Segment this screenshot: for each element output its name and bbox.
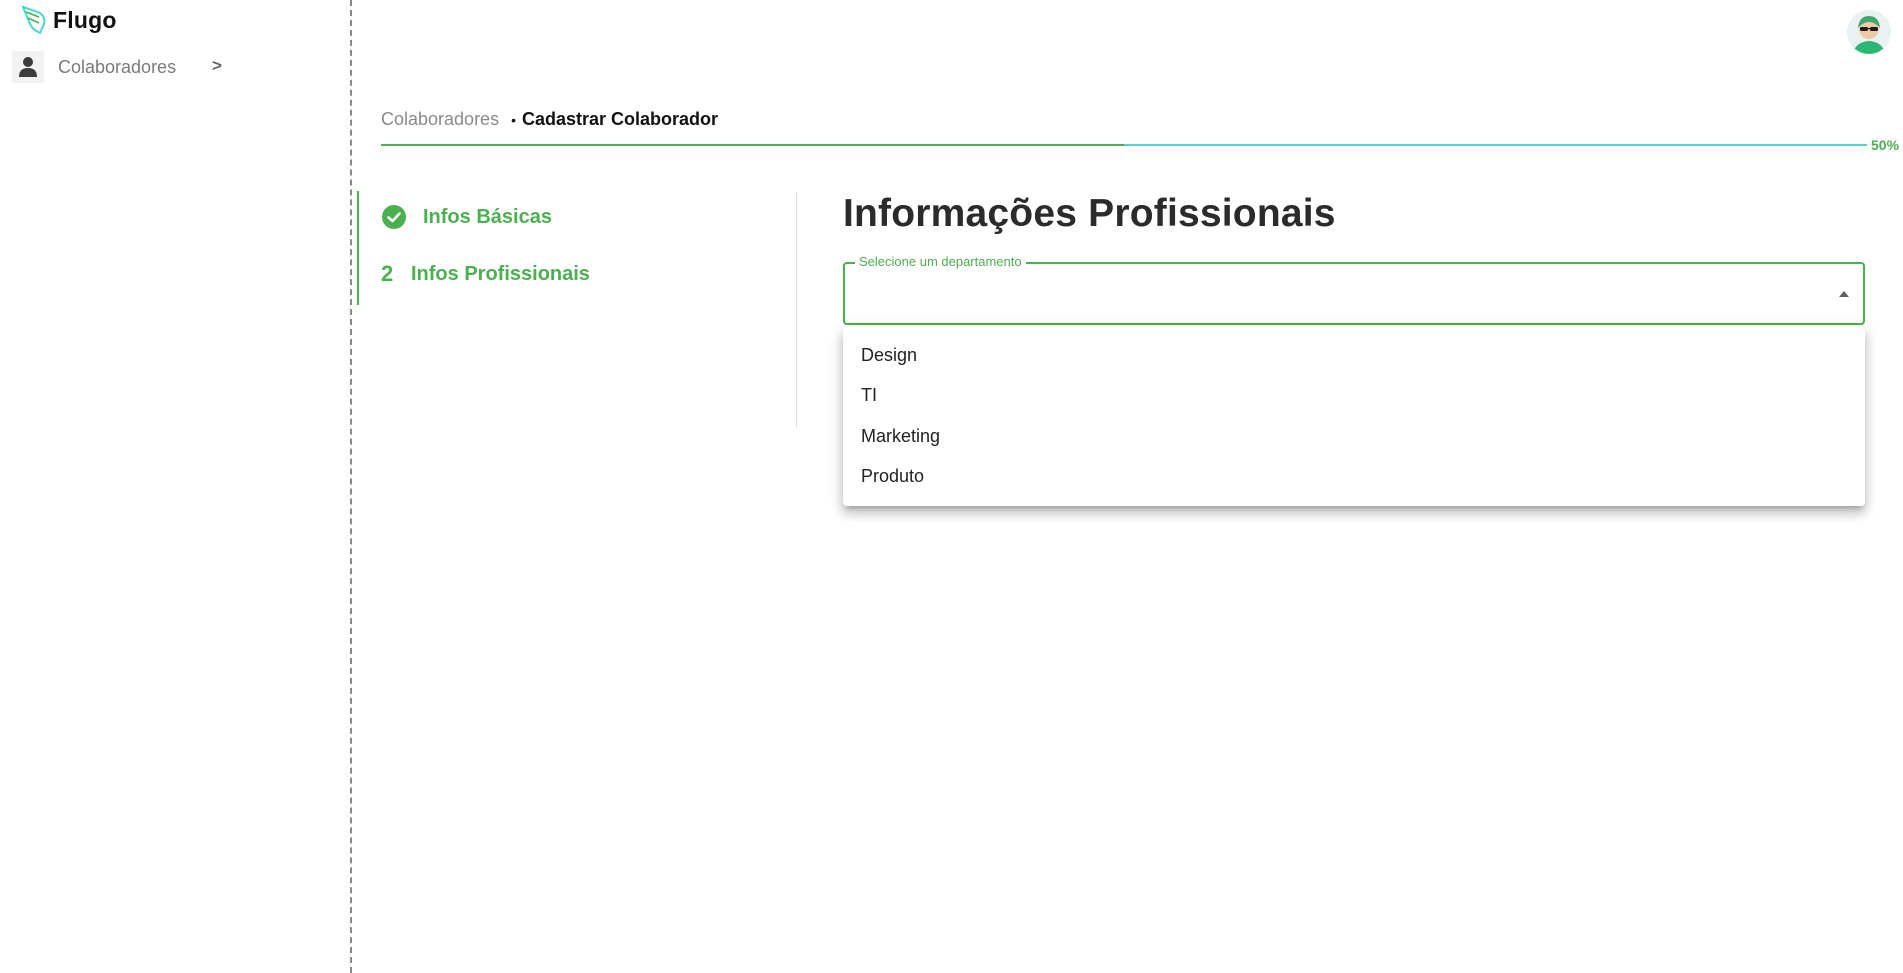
breadcrumb-current: Cadastrar Colaborador bbox=[521, 109, 719, 129]
breadcrumb-link-colaboradores[interactable]: Colaboradores bbox=[381, 109, 499, 130]
app-name: Flugo bbox=[53, 6, 117, 33]
step-label: Infos Básicas bbox=[423, 205, 552, 228]
breadcrumb: Colaboradores • Cadastrar Colaborador bbox=[381, 109, 718, 130]
progress-bar-fill bbox=[381, 144, 1124, 146]
person-icon bbox=[12, 51, 44, 83]
stepper-divider bbox=[796, 192, 797, 428]
step-infos-basicas[interactable]: Infos Básicas bbox=[381, 204, 552, 230]
sidebar: Flugo Colaboradores > bbox=[0, 0, 352, 973]
check-circle-icon bbox=[382, 205, 406, 229]
dropdown-option-design[interactable]: Design bbox=[843, 335, 1865, 376]
department-select-label: Selecione um departamento bbox=[855, 254, 1026, 269]
progress-bar bbox=[381, 144, 1867, 146]
breadcrumb-separator: • bbox=[511, 111, 516, 128]
progress-label: 50% bbox=[1871, 137, 1900, 153]
caret-up-icon[interactable] bbox=[1839, 291, 1849, 297]
department-dropdown-menu: Design TI Marketing Produto bbox=[843, 327, 1865, 506]
app-logo[interactable]: Flugo bbox=[20, 4, 117, 36]
stepper-connector bbox=[357, 191, 359, 305]
step-number: 2 bbox=[381, 261, 394, 286]
dropdown-option-marketing[interactable]: Marketing bbox=[843, 416, 1865, 457]
sidebar-item-colaboradores[interactable]: Colaboradores > bbox=[12, 50, 232, 84]
flugo-logo-icon bbox=[21, 5, 46, 35]
chevron-right-icon: > bbox=[212, 56, 222, 75]
page-title: Informações Profissionais bbox=[843, 192, 1336, 235]
step-infos-profissionais[interactable]: 2 Infos Profissionais bbox=[381, 261, 590, 287]
dropdown-option-produto[interactable]: Produto bbox=[843, 457, 1865, 498]
user-avatar[interactable] bbox=[1847, 10, 1891, 54]
step-label: Infos Profissionais bbox=[411, 262, 590, 285]
sidebar-item-label: Colaboradores bbox=[58, 56, 177, 77]
department-select[interactable]: Selecione um departamento bbox=[843, 254, 1865, 325]
dropdown-option-ti[interactable]: TI bbox=[843, 376, 1865, 417]
avatar-icon bbox=[1847, 10, 1891, 54]
